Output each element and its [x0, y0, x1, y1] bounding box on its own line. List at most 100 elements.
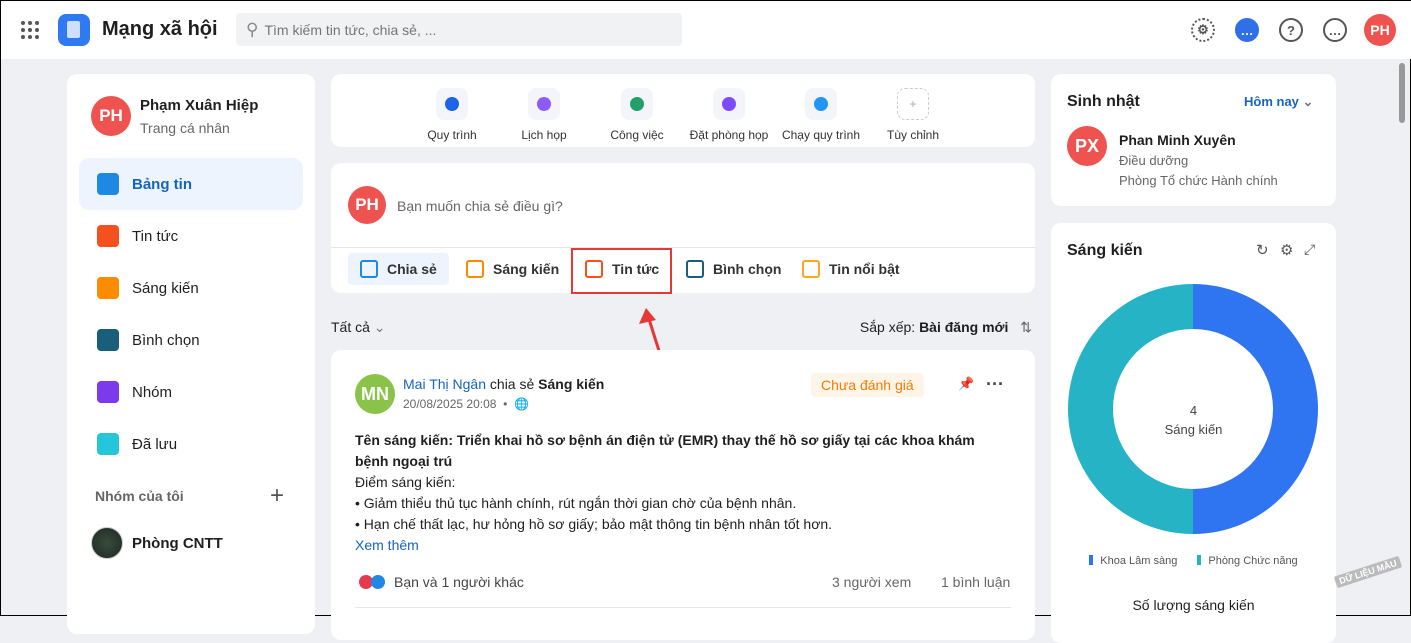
quick-action-icon [805, 88, 837, 120]
composer-tool-icon [686, 260, 704, 278]
settings-icon[interactable]: ⚙ [1191, 18, 1215, 42]
sidebar-item-label: Tin tức [132, 227, 179, 245]
birthday-name[interactable]: Phan Minh Xuyên [1119, 132, 1236, 148]
birthday-title: Sinh nhật [1067, 93, 1140, 110]
donut-chart [1068, 284, 1318, 534]
quick-action[interactable]: Lịch họp [499, 88, 589, 142]
post-title: Tên sáng kiến: Triển khai hồ sơ bệnh án … [355, 432, 975, 469]
legend-item[interactable]: Phòng Chức năng [1197, 555, 1298, 567]
sidebar-item[interactable]: Sáng kiến [79, 262, 303, 314]
sidebar-item[interactable]: Tin tức [79, 210, 303, 262]
pin-icon[interactable]: 📌 [958, 376, 974, 392]
left-sidebar: PH Phạm Xuân Hiệp Trang cá nhân Bảng tin… [67, 74, 315, 634]
comments-count[interactable]: 1 bình luận [941, 574, 1010, 590]
composer-avatar: PH [348, 186, 386, 224]
divider [331, 247, 1035, 248]
quick-action[interactable]: + Tùy chỉnh [868, 88, 958, 142]
composer-tool[interactable]: Tin nổi bật [790, 253, 912, 285]
profile-name[interactable]: Phạm Xuân Hiệp [140, 97, 258, 114]
initiative-chart-card: Sáng kiến ↻ ⚙ ⤢ 4 Sáng kiến Khoa Lâm sàn… [1051, 223, 1336, 643]
quick-action-icon [528, 88, 560, 120]
quick-action[interactable]: Quy trình [407, 88, 497, 142]
donut-center-value: 4 [1189, 403, 1198, 418]
post-more-icon[interactable]: ··· [986, 374, 1004, 395]
quick-action-icon: + [897, 88, 929, 120]
sidebar-item-label: Đã lưu [132, 435, 178, 453]
composer-tool-icon [360, 260, 378, 278]
user-avatar[interactable]: PH [1364, 14, 1396, 46]
birthday-avatar[interactable]: PX [1067, 126, 1107, 166]
group-avatar [91, 527, 123, 559]
post-composer: PH Bạn muốn chia sẻ điều gì? Chia sẻ Sáng… [331, 163, 1035, 294]
globe-icon: 🌐 [513, 397, 529, 411]
post-type[interactable]: Sáng kiến [538, 376, 604, 392]
sidebar-item-label: Bình chọn [132, 331, 200, 349]
quick-action-label: Quy trình [427, 128, 477, 142]
sort-dropdown[interactable]: Sắp xếp: Bài đăng mới ⇅ [860, 319, 1032, 336]
quick-action-label: Đặt phòng họp [689, 128, 769, 142]
filter-dropdown[interactable]: Tất cả ⌄ [331, 319, 386, 336]
group-label: Phòng CNTT [132, 534, 223, 552]
quick-action-icon [621, 88, 653, 120]
sidebar-item[interactable]: Nhóm [79, 366, 303, 418]
composer-tool-label: Tin nổi bật [829, 261, 900, 277]
composer-tool[interactable]: Bình chọn [674, 253, 793, 285]
reactions[interactable]: Bạn và 1 người khác [359, 574, 524, 590]
chat-icon[interactable]: … [1235, 18, 1259, 42]
quick-action-label: Lịch họp [521, 128, 567, 142]
sidebar-item-icon [97, 277, 119, 299]
search-input[interactable] [264, 21, 645, 38]
composer-tool-label: Chia sẻ [387, 261, 437, 277]
search-icon: ⚲ [246, 19, 259, 39]
legend-swatch [1089, 555, 1094, 565]
composer-input[interactable]: Bạn muốn chia sẻ điều gì? [397, 198, 563, 214]
chevron-down-icon: ⌄ [1302, 94, 1314, 109]
add-group-icon[interactable]: + [270, 482, 284, 510]
group-item[interactable]: Phòng CNTT [91, 527, 223, 559]
quick-action[interactable]: Đặt phòng họp [684, 88, 774, 142]
birthday-dept: Phòng Tổ chức Hành chính [1119, 173, 1278, 188]
app-grid-icon[interactable] [21, 21, 39, 39]
sidebar-item[interactable]: Đã lưu [79, 418, 303, 470]
legend-label: Phòng Chức năng [1208, 555, 1298, 567]
scrollbar[interactable] [1399, 63, 1405, 123]
legend-item[interactable]: Khoa Lâm sàng [1089, 555, 1177, 567]
sort-label: Sắp xếp: [859, 319, 916, 335]
legend-swatch [1197, 555, 1202, 565]
quick-action[interactable]: Chạy quy trình [776, 88, 866, 142]
highlight-box [571, 248, 672, 294]
chart-legend: Khoa Lâm sàng Phòng Chức năng [1051, 555, 1336, 567]
sidebar-item[interactable]: Bảng tin [79, 158, 303, 210]
sidebar-item-label: Sáng kiến [132, 279, 199, 297]
sidebar-item-icon [97, 381, 119, 403]
composer-tool-label: Sáng kiến [493, 261, 560, 277]
birthday-filter[interactable]: Hôm nay ⌄ [1244, 94, 1313, 110]
profile-avatar[interactable]: PH [91, 96, 131, 136]
app-title: Mạng xã hội [102, 18, 218, 40]
profile-link[interactable]: Trang cá nhân [140, 120, 230, 136]
watermark-stamp: DỮ LIỆU MẪU [1333, 555, 1403, 589]
composer-tool[interactable]: Chia sẻ [348, 253, 449, 285]
help-icon[interactable]: ? [1279, 18, 1303, 42]
quick-action[interactable]: Công việc [592, 88, 682, 142]
birthday-filter-label: Hôm nay [1244, 94, 1299, 109]
quick-action-icon [713, 88, 745, 120]
search-box[interactable]: ⚲ [236, 13, 682, 46]
views-count[interactable]: 3 người xem [832, 574, 911, 590]
composer-tool[interactable]: Sáng kiến [454, 253, 571, 285]
more-icon[interactable]: … [1323, 18, 1347, 42]
quick-actions: Quy trình Lịch họp Công việc Đặt phòng họp C… [331, 74, 1035, 147]
post-card: MN Mai Thị Ngân chia sẻ Sáng kiến 20/08/… [331, 350, 1035, 640]
composer-tool-icon [466, 260, 484, 278]
legend-label: Khoa Lâm sàng [1100, 555, 1178, 567]
sidebar-item-icon [97, 329, 119, 351]
post-author[interactable]: Mai Thị Ngân [403, 376, 486, 392]
donut-center-label: Sáng kiến [1164, 422, 1223, 437]
divider [355, 607, 1011, 608]
birthday-role: Điều dưỡng [1119, 153, 1189, 168]
post-author-avatar[interactable]: MN [355, 374, 395, 414]
quick-action-label: Công việc [610, 128, 664, 142]
see-more-link[interactable]: Xem thêm [355, 535, 1005, 556]
sidebar-item[interactable]: Bình chọn [79, 314, 303, 366]
quick-action-label: Tùy chỉnh [886, 128, 940, 142]
